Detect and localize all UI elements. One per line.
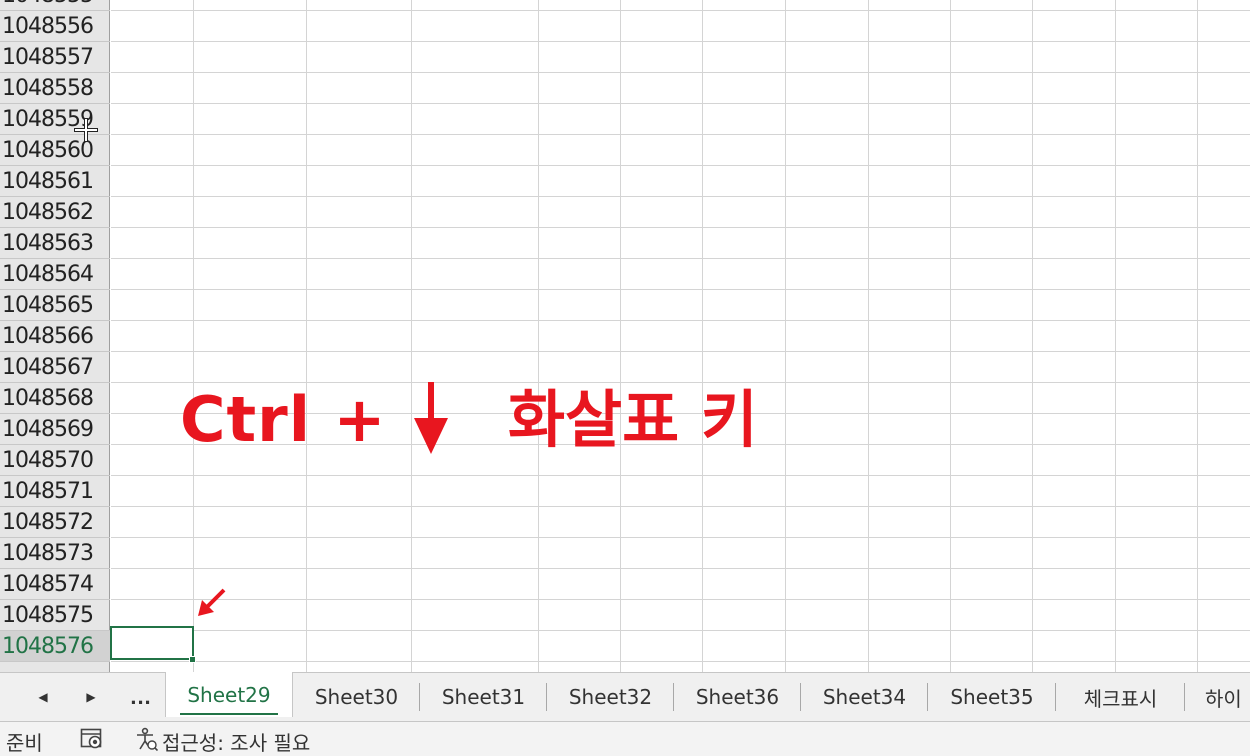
triangle-left-icon: ◀ [38,690,48,704]
tab-label: Sheet30 [314,685,399,709]
sheet-tab-bar: ◀ ▶ ... Sheet29 Sheet30 Sheet31 Sheet32 … [0,672,1250,722]
row-header[interactable]: 1048555 [0,0,110,11]
grid-column-line [702,0,703,672]
tab-check-mark[interactable]: 체크표시 [1056,673,1185,721]
grid-column-line [950,0,951,672]
grid-row-line [111,661,1250,662]
row-header-column: 1048555104855610485571048558104855910485… [0,0,110,672]
row-header[interactable]: 1048570 [0,445,110,476]
row-header[interactable]: 1048568 [0,383,110,414]
grid-row-line [111,351,1250,352]
grid-row-line [111,630,1250,631]
tab-label: Sheet31 [441,685,526,709]
row-header[interactable]: 1048574 [0,569,110,600]
grid-column-line [538,0,539,672]
grid-column-line [1115,0,1116,672]
down-arrow-icon [414,382,448,454]
grid-row-line [111,134,1250,135]
selected-cell-A1048576[interactable] [110,626,194,660]
row-header[interactable]: 1048556 [0,11,110,42]
grid-column-line [306,0,307,672]
tab-sheet34[interactable]: Sheet34 [801,673,928,721]
tab-sheet32[interactable]: Sheet32 [547,673,674,721]
grid-row-line [111,506,1250,507]
row-header[interactable]: 1048576 [0,631,110,662]
grid-column-line [620,0,621,672]
tab-label: Sheet35 [950,685,1034,709]
accessibility-status-text[interactable]: 접근성: 조사 필요 [162,727,310,756]
status-ready-text: 준비 [6,731,43,755]
row-header[interactable]: 1048572 [0,507,110,538]
grid-row-line [111,599,1250,600]
row-header[interactable]: 1048562 [0,197,110,228]
row-header[interactable]: 1048571 [0,476,110,507]
grid-row-line [111,196,1250,197]
tab-label: Sheet32 [568,685,653,709]
tab-label: 체크표시 [1083,686,1158,711]
grid-row-line [111,475,1250,476]
grid-column-line [193,0,194,672]
tab-label: Sheet36 [695,685,780,709]
pointer-arrow-icon [198,588,226,616]
grid-row-line [111,227,1250,228]
cell-area[interactable] [111,0,1250,672]
row-header[interactable]: 1048565 [0,290,110,321]
annotation-key-label: 화살표 키 [508,383,758,456]
grid-row-line [111,568,1250,569]
tab-sheet31[interactable]: Sheet31 [420,673,547,721]
grid-row-line [111,10,1250,11]
tab-sheet29[interactable]: Sheet29 [165,672,293,717]
tab-sheet35[interactable]: Sheet35 [928,673,1056,721]
tab-label: Sheet34 [822,685,907,709]
grid-column-line [868,0,869,672]
tab-label: Sheet29 [187,682,271,707]
triangle-right-icon: ▶ [86,690,96,704]
scroll-tabs-left-button[interactable]: ◀ [26,673,60,721]
row-header[interactable]: 1048558 [0,73,110,104]
worksheet-grid[interactable]: 1048555104855610485571048558104855910485… [0,0,1250,672]
cross-cursor-icon [74,118,98,142]
macro-record-icon[interactable] [80,728,104,750]
tab-sheet30[interactable]: Sheet30 [293,673,420,721]
row-header[interactable]: 1048564 [0,259,110,290]
grid-row-line [111,72,1250,73]
more-tabs-label: ... [130,684,152,709]
tab-label: 하이 [1205,686,1242,711]
grid-column-line [1032,0,1033,672]
status-bar: 준비 접근성: 조사 필요 [0,722,1250,756]
annotation-shortcut: Ctrl + [180,383,387,456]
row-header[interactable]: 1048569 [0,414,110,445]
fill-handle[interactable] [189,656,196,663]
grid-column-line [1197,0,1198,672]
grid-row-line [111,41,1250,42]
grid-row-line [111,165,1250,166]
accessibility-icon[interactable] [134,727,158,751]
row-header[interactable]: 1048563 [0,228,110,259]
row-header[interactable]: 1048557 [0,42,110,73]
row-header[interactable]: 1048567 [0,352,110,383]
row-header[interactable]: 1048575 [0,600,110,631]
grid-row-line [111,320,1250,321]
row-header[interactable]: 1048561 [0,166,110,197]
row-header[interactable]: 1048573 [0,538,110,569]
grid-column-line [411,0,412,672]
grid-row-line [111,289,1250,290]
grid-column-line [785,0,786,672]
tab-sheet36[interactable]: Sheet36 [674,673,801,721]
grid-row-line [111,258,1250,259]
grid-row-line [111,537,1250,538]
scroll-tabs-right-button[interactable]: ▶ [74,673,108,721]
row-header[interactable]: 1048566 [0,321,110,352]
more-tabs-button[interactable]: ... [124,673,158,721]
tab-hai[interactable]: 하이 [1185,673,1250,721]
grid-row-line [111,103,1250,104]
